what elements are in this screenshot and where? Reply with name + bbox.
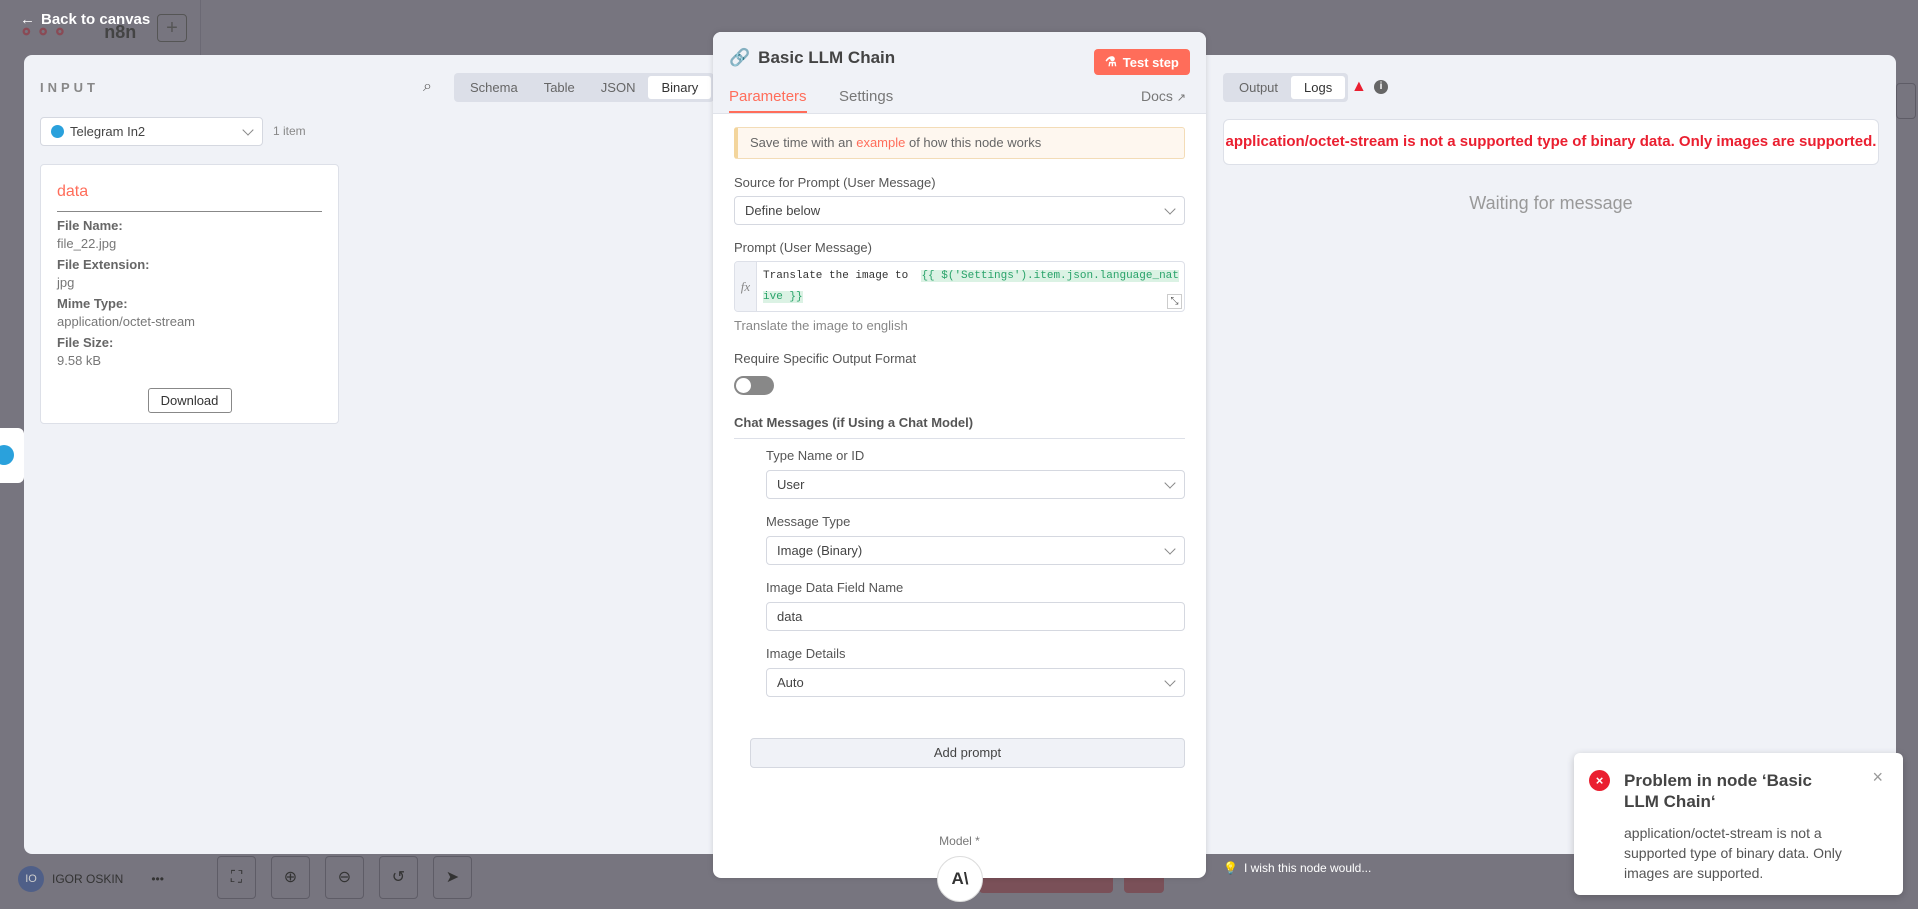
chevron-down-icon [1164, 674, 1176, 687]
expression: {{ $('Settings').item.json.language_nat [921, 270, 1179, 282]
chevron-down-icon [1164, 476, 1176, 489]
tab-logs[interactable]: Logs [1291, 76, 1346, 99]
user-name: IGOR OSKIN [52, 872, 124, 886]
prompt-text: Translate the image to [763, 270, 922, 282]
back-to-canvas-button[interactable]: ← Back to canvas [20, 11, 150, 28]
lightbulb-icon: 💡 [1223, 861, 1238, 875]
cursor-button[interactable]: ➤ [433, 856, 472, 899]
fx-icon: fx [735, 262, 757, 311]
input-view-tabs: Schema Table JSON Binary [454, 73, 715, 102]
avatar: IO [18, 866, 44, 892]
prompt-editor[interactable]: fx Translate the image to {{ $('Settings… [734, 261, 1185, 312]
model-label: Model * [939, 834, 980, 848]
expand-icon[interactable]: ⤡ [1167, 294, 1182, 309]
link-icon: 🔗 [729, 48, 751, 67]
image-field-label: Image Data Field Name [766, 580, 904, 595]
error-icon: × [1589, 770, 1610, 791]
input-node-value: Telegram In2 [70, 124, 146, 139]
message-type-select[interactable]: Image (Binary) [766, 536, 1185, 565]
test-step-label: Test step [1122, 54, 1179, 70]
arrow-left-icon: ← [20, 11, 35, 28]
example-callout: Save time with an example of how this no… [734, 127, 1185, 159]
tab-schema[interactable]: Schema [457, 76, 531, 99]
input-node-select[interactable]: Telegram In2 [40, 117, 263, 146]
source-select[interactable]: Define below [734, 196, 1185, 225]
telegram-icon [0, 445, 14, 465]
chevron-down-icon [1164, 542, 1176, 555]
type-select[interactable]: User [766, 470, 1185, 499]
binary-name: data [57, 183, 322, 212]
more-icon[interactable]: ••• [151, 872, 164, 886]
right-edge-box [1896, 83, 1916, 119]
telegram-icon [51, 125, 64, 138]
field-value: application/octet-stream [57, 314, 196, 329]
telegram-node-edge[interactable] [0, 428, 24, 483]
field-key: Mime Type: [57, 296, 128, 311]
error-message: application/octet-stream is not a suppor… [1223, 119, 1879, 165]
output-tabs: Output Logs [1223, 73, 1349, 102]
waiting-message: Waiting for message [1469, 193, 1633, 213]
download-button[interactable]: Download [147, 388, 232, 413]
item-count: 1 item [273, 124, 306, 138]
tab-settings[interactable]: Settings [839, 88, 893, 111]
image-field-input[interactable]: data [766, 602, 1185, 631]
fit-view-button[interactable]: ⛶ [217, 856, 256, 899]
flask-icon: ⚗ [1105, 54, 1117, 69]
example-link[interactable]: example [856, 135, 905, 150]
zoom-in-button[interactable]: ⊕ [271, 856, 310, 899]
field-key: File Name: [57, 218, 123, 233]
require-format-label: Require Specific Output Format [734, 351, 917, 366]
topbar-divider [200, 0, 201, 62]
tab-table[interactable]: Table [531, 76, 588, 99]
anthropic-model-icon[interactable]: A\ [937, 856, 983, 902]
info-icon[interactable]: i [1374, 80, 1388, 94]
tab-parameters[interactable]: Parameters [729, 88, 807, 113]
prompt-label: Prompt (User Message) [734, 240, 872, 255]
close-icon[interactable]: × [1872, 767, 1883, 788]
toast-title: Problem in node ‘Basic LLM Chain‘ [1624, 771, 1812, 811]
node-title: Basic LLM Chain [758, 48, 896, 67]
binary-data-card: data File Name: file_22.jpg File Extensio… [40, 164, 339, 424]
expression: ive }} [763, 291, 803, 303]
zoom-out-button[interactable]: ⊖ [325, 856, 364, 899]
chevron-down-icon [1164, 202, 1176, 215]
source-label: Source for Prompt (User Message) [734, 175, 936, 190]
back-label: Back to canvas [41, 11, 151, 28]
field-value: 9.58 kB [57, 353, 102, 368]
field-value: file_22.jpg [57, 236, 117, 251]
input-title: INPUT [40, 80, 99, 95]
test-step-button[interactable]: ⚗ Test step [1094, 49, 1190, 75]
external-link-icon: ↗ [1176, 92, 1187, 104]
image-details-select[interactable]: Auto [766, 668, 1185, 697]
field-key: File Extension: [57, 257, 150, 272]
search-icon[interactable]: ⌕ [423, 78, 432, 96]
message-type-label: Message Type [766, 514, 851, 529]
node-parameters-panel: 🔗 Basic LLM Chain ⚗ Test step Parameters S… [713, 32, 1206, 878]
tab-binary[interactable]: Binary [648, 76, 712, 99]
feedback-link[interactable]: 💡 I wish this node would... [1223, 861, 1371, 875]
tab-output[interactable]: Output [1226, 76, 1291, 99]
add-prompt-button[interactable]: Add prompt [750, 738, 1185, 768]
prompt-preview: Translate the image to english [734, 318, 908, 333]
type-label: Type Name or ID [766, 448, 865, 463]
chat-messages-header: Chat Messages (if Using a Chat Model) [734, 415, 1185, 439]
require-format-toggle[interactable] [734, 376, 774, 395]
image-details-label: Image Details [766, 646, 846, 661]
docs-link[interactable]: Docs ↗ [1141, 88, 1186, 110]
tab-json[interactable]: JSON [588, 76, 649, 99]
reset-zoom-button[interactable]: ↺ [379, 856, 418, 899]
warning-icon[interactable]: ▲ [1351, 78, 1367, 96]
user-menu[interactable]: IO IGOR OSKIN ••• [18, 866, 164, 892]
chevron-down-icon [242, 123, 254, 136]
add-button[interactable]: + [157, 14, 187, 42]
field-value: jpg [57, 275, 75, 290]
toast-message: application/octet-stream is not a suppor… [1624, 825, 1842, 881]
field-key: File Size: [57, 335, 114, 350]
error-toast: × Problem in node ‘Basic LLM Chain‘ appl… [1574, 753, 1903, 895]
